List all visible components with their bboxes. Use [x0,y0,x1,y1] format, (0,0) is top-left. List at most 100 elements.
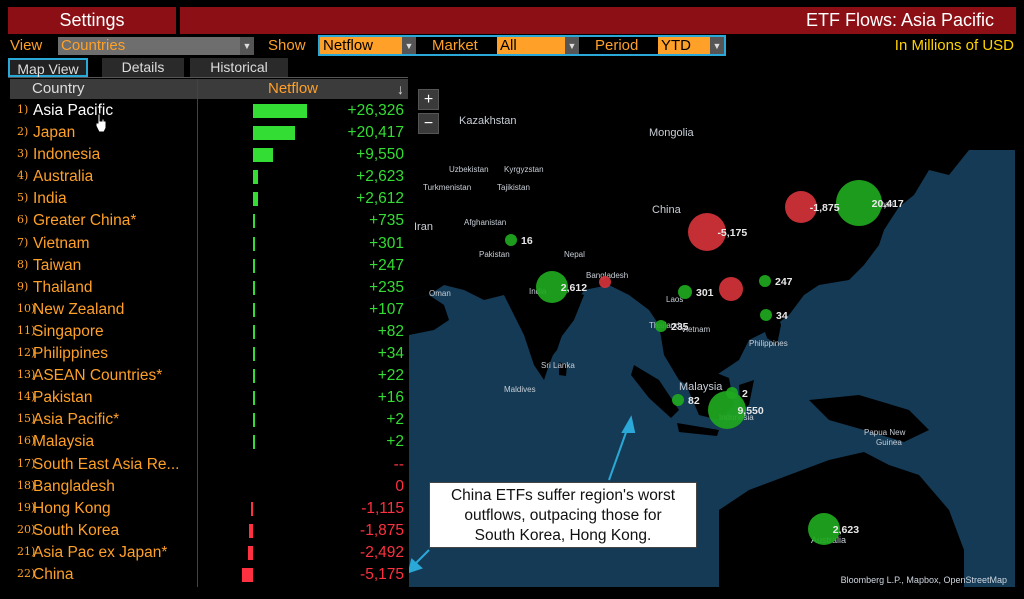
table-row[interactable]: 15) Asia Pacific* +2 [10,409,408,431]
flow-bubble[interactable] [760,309,772,321]
zoom-in-button[interactable]: + [418,89,439,110]
country-name[interactable]: China [33,565,74,585]
map-attribution: Bloomberg L.P., Mapbox, OpenStreetMap [840,575,1007,585]
table-row[interactable]: 1) Asia Pacific +26,326 [10,100,408,122]
table-row[interactable]: 9) Thailand +235 [10,277,408,299]
row-rank: 5) [17,191,29,205]
netflow-value: +26,326 [347,102,404,119]
table-row[interactable]: 7) Vietnam +301 [10,233,408,255]
country-name[interactable]: South East Asia Re... [33,455,179,475]
place-label: Pakistan [479,250,510,259]
netflow-value: +107 [369,300,404,318]
bubble-label: 301 [696,287,714,299]
country-name[interactable]: Asia Pacific* [33,410,119,430]
place-label: Oman [429,289,451,298]
netflow-value: +34 [377,345,404,363]
place-label: Turkmenistan [423,183,471,192]
country-name[interactable]: Bangladesh [33,477,115,497]
callout-line: outflows, outpacing those for [464,507,662,524]
country-name[interactable]: Hong Kong [33,499,111,519]
table-row[interactable]: 4) Australia +2,623 [10,166,408,188]
country-name[interactable]: Australia [33,167,93,187]
place-label: Maldives [504,385,536,394]
netflow-value: +301 [369,234,404,252]
netflow-bar [253,192,259,207]
row-rank: 1) [17,103,29,116]
country-name[interactable]: Malaysia [33,432,94,452]
tab-divider [8,77,408,78]
table-row[interactable]: 14) Pakistan +16 [10,387,408,409]
country-name[interactable]: Japan [33,123,75,143]
netflow-value: +235 [369,278,404,296]
country-name[interactable]: Singapore [33,322,104,342]
table-row[interactable]: 12) Philippines +34 [10,343,408,365]
netflow-value: -2,492 [360,543,404,561]
country-name[interactable]: India [33,189,67,209]
column-header-country[interactable]: Country [32,79,85,99]
country-name[interactable]: Asia Pac ex Japan* [33,543,167,563]
country-name[interactable]: Vietnam [33,234,90,254]
flow-bubble[interactable] [759,275,771,287]
settings-button[interactable]: Settings [8,7,176,34]
sort-arrow-icon[interactable]: ↓ [397,79,404,99]
table-row[interactable]: 5) India +2,612 [10,188,408,210]
flow-bubble[interactable] [599,276,611,288]
table-row[interactable]: 13) ASEAN Countries* +22 [10,365,408,387]
flow-bubble[interactable] [678,285,692,299]
netflow-bar [242,567,253,582]
netflow-value: +2,623 [356,168,404,186]
netflow-bar [253,126,295,141]
zoom-out-button[interactable]: − [418,113,439,134]
table-row[interactable]: 22) China -5,175 [10,564,408,586]
flow-bubble[interactable] [672,394,684,406]
table-row[interactable]: 3) Indonesia +9,550 [10,144,408,166]
netflow-value: -- [393,455,404,473]
netflow-bar [253,324,255,339]
flow-bubble[interactable] [719,277,743,301]
country-name[interactable]: Taiwan [33,256,81,276]
view-dropdown[interactable]: Countries ▼ [58,37,254,55]
netflow-bar [253,148,273,163]
arabia-landmass [409,295,449,335]
flow-bubble[interactable] [655,320,667,332]
table-row[interactable]: 10) New Zealand +107 [10,299,408,321]
tab-historical[interactable]: Historical [190,58,288,77]
table-body: 1) Asia Pacific +26,326 2) Japan +20,417 3) Ind… [10,100,408,586]
tab-details[interactable]: Details [102,58,184,77]
bubble-label: 2,623 [833,524,859,536]
netflow-value: -1,115 [361,499,404,517]
title-area: ETF Flows: Asia Pacific [180,7,1016,34]
column-header-netflow[interactable]: Netflow [268,79,318,99]
show-label: Show [268,37,306,54]
table-row[interactable]: 20) South Korea -1,875 [10,520,408,542]
table-row[interactable]: 2) Japan +20,417 [10,122,408,144]
row-rank: 2) [17,125,29,139]
country-name[interactable]: South Korea [33,521,119,541]
chevron-down-icon: ▼ [240,37,254,55]
country-name[interactable]: Thailand [33,278,92,298]
netflow-bar [253,236,255,251]
tab-map-view[interactable]: Map View [8,58,88,77]
table-row[interactable]: 19) Hong Kong -1,115 [10,498,408,520]
place-label: Papua New [864,428,906,437]
country-name[interactable]: Pakistan [33,388,92,408]
country-name[interactable]: New Zealand [33,300,124,320]
country-name[interactable]: Indonesia [33,145,100,165]
table-row[interactable]: 18) Bangladesh 0 [10,476,408,498]
country-name[interactable]: Philippines [33,344,108,364]
table-row[interactable]: 16) Malaysia +2 [10,431,408,453]
netflow-value: +16 [377,389,404,407]
netflow-bar [253,391,255,406]
table-row[interactable]: 8) Taiwan +247 [10,255,408,277]
table-row[interactable]: 6) Greater China* +735 [10,210,408,232]
netflow-value: +2 [386,411,404,429]
bubble-label: -1,875 [810,202,840,214]
tab-bar: Map View Details Historical [8,58,408,78]
table-row[interactable]: 11) Singapore +82 [10,321,408,343]
country-name[interactable]: ASEAN Countries* [33,366,162,386]
table-row[interactable]: 21) Asia Pac ex Japan* -2,492 [10,542,408,564]
table-row[interactable]: 17) South East Asia Re... -- [10,454,408,476]
netflow-value: +22 [377,367,404,385]
flow-bubble[interactable] [505,234,517,246]
country-name[interactable]: Greater China* [33,211,136,231]
